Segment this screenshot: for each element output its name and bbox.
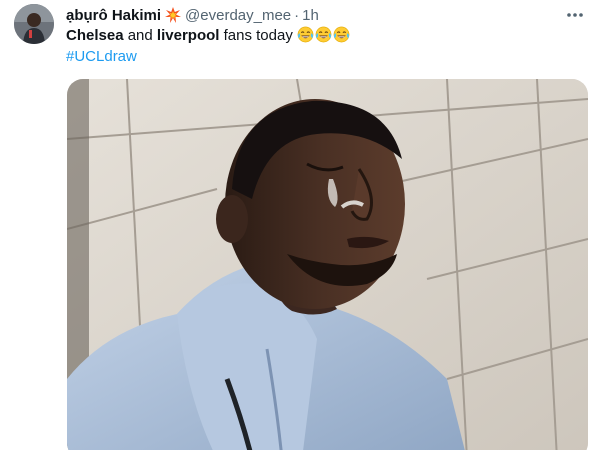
tweet-text-and: and	[123, 27, 157, 44]
photo-crying-man-image	[67, 79, 588, 450]
tweet[interactable]: ạbụrô Hakimi @everday_mee · 1h Chelsea a…	[0, 0, 600, 450]
collision-emoji-icon	[165, 7, 182, 23]
laughing-emojis	[297, 26, 350, 43]
tweet-text-chelsea: Chelsea	[66, 27, 124, 44]
user-handle[interactable]: @everday_mee	[185, 7, 291, 24]
header-separator: ·	[294, 6, 300, 24]
more-horizontal-icon	[567, 13, 583, 17]
face-with-tears-of-joy-icon	[333, 26, 350, 43]
avatar[interactable]	[14, 4, 54, 44]
tweet-text-fans-today: fans today	[219, 27, 293, 44]
tweet-header: ạbụrô Hakimi @everday_mee · 1h	[66, 5, 319, 25]
tweet-photo[interactable]	[67, 79, 588, 450]
face-with-tears-of-joy-icon	[297, 26, 314, 43]
avatar-image	[14, 4, 54, 44]
face-with-tears-of-joy-icon	[315, 26, 332, 43]
tweet-text: Chelsea and liverpool fans today	[66, 26, 350, 46]
display-name[interactable]: ạbụrô Hakimi	[66, 7, 161, 24]
hashtag-link[interactable]: #UCLdraw	[66, 47, 137, 67]
timestamp[interactable]: 1h	[302, 7, 319, 24]
more-options-button[interactable]	[564, 6, 586, 24]
tweet-text-liverpool: liverpool	[156, 27, 220, 44]
